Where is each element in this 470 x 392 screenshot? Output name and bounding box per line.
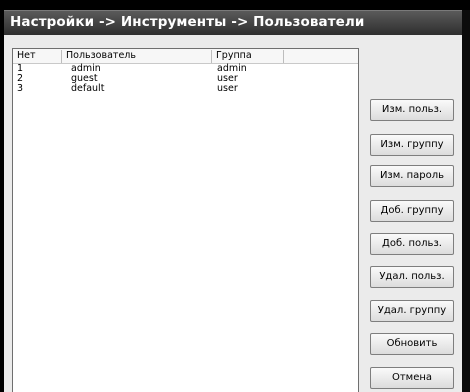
edit-user-button[interactable]: Изм. польз.: [370, 99, 454, 121]
table-row[interactable]: 3 default user: [13, 84, 358, 94]
row-id: 3: [17, 83, 24, 94]
table-row[interactable]: 1 admin admin: [13, 64, 358, 74]
add-group-button[interactable]: Доб. группу: [370, 200, 454, 222]
column-header-id[interactable]: Нет: [13, 50, 62, 63]
title-bar: Настройки -> Инструменты -> Пользователи: [4, 10, 462, 36]
cancel-button[interactable]: Отмена: [370, 367, 454, 389]
add-user-button[interactable]: Доб. польз.: [370, 233, 454, 255]
refresh-button[interactable]: Обновить: [370, 333, 454, 355]
delete-user-button[interactable]: Удал. польз.: [370, 266, 454, 288]
user-list[interactable]: Нет Пользователь Группа 1 admin admin 2 …: [12, 48, 359, 392]
row-group: user: [217, 83, 238, 94]
edit-group-button[interactable]: Изм. группу: [370, 134, 454, 156]
edit-password-button[interactable]: Изм. пароль: [370, 165, 454, 187]
breadcrumb-title: Настройки -> Инструменты -> Пользователи: [10, 14, 365, 30]
users-settings-window: Настройки -> Инструменты -> Пользователи…: [0, 0, 470, 392]
table-row[interactable]: 2 guest user: [13, 74, 358, 84]
list-header: Нет Пользователь Группа: [13, 49, 358, 64]
window-edge: [462, 10, 470, 392]
row-user: default: [71, 83, 105, 94]
list-rows: 1 admin admin 2 guest user 3 default use…: [13, 64, 358, 94]
column-header-user[interactable]: Пользователь: [62, 50, 212, 63]
delete-group-button[interactable]: Удал. группу: [370, 300, 454, 322]
column-header-group[interactable]: Группа: [212, 50, 284, 63]
